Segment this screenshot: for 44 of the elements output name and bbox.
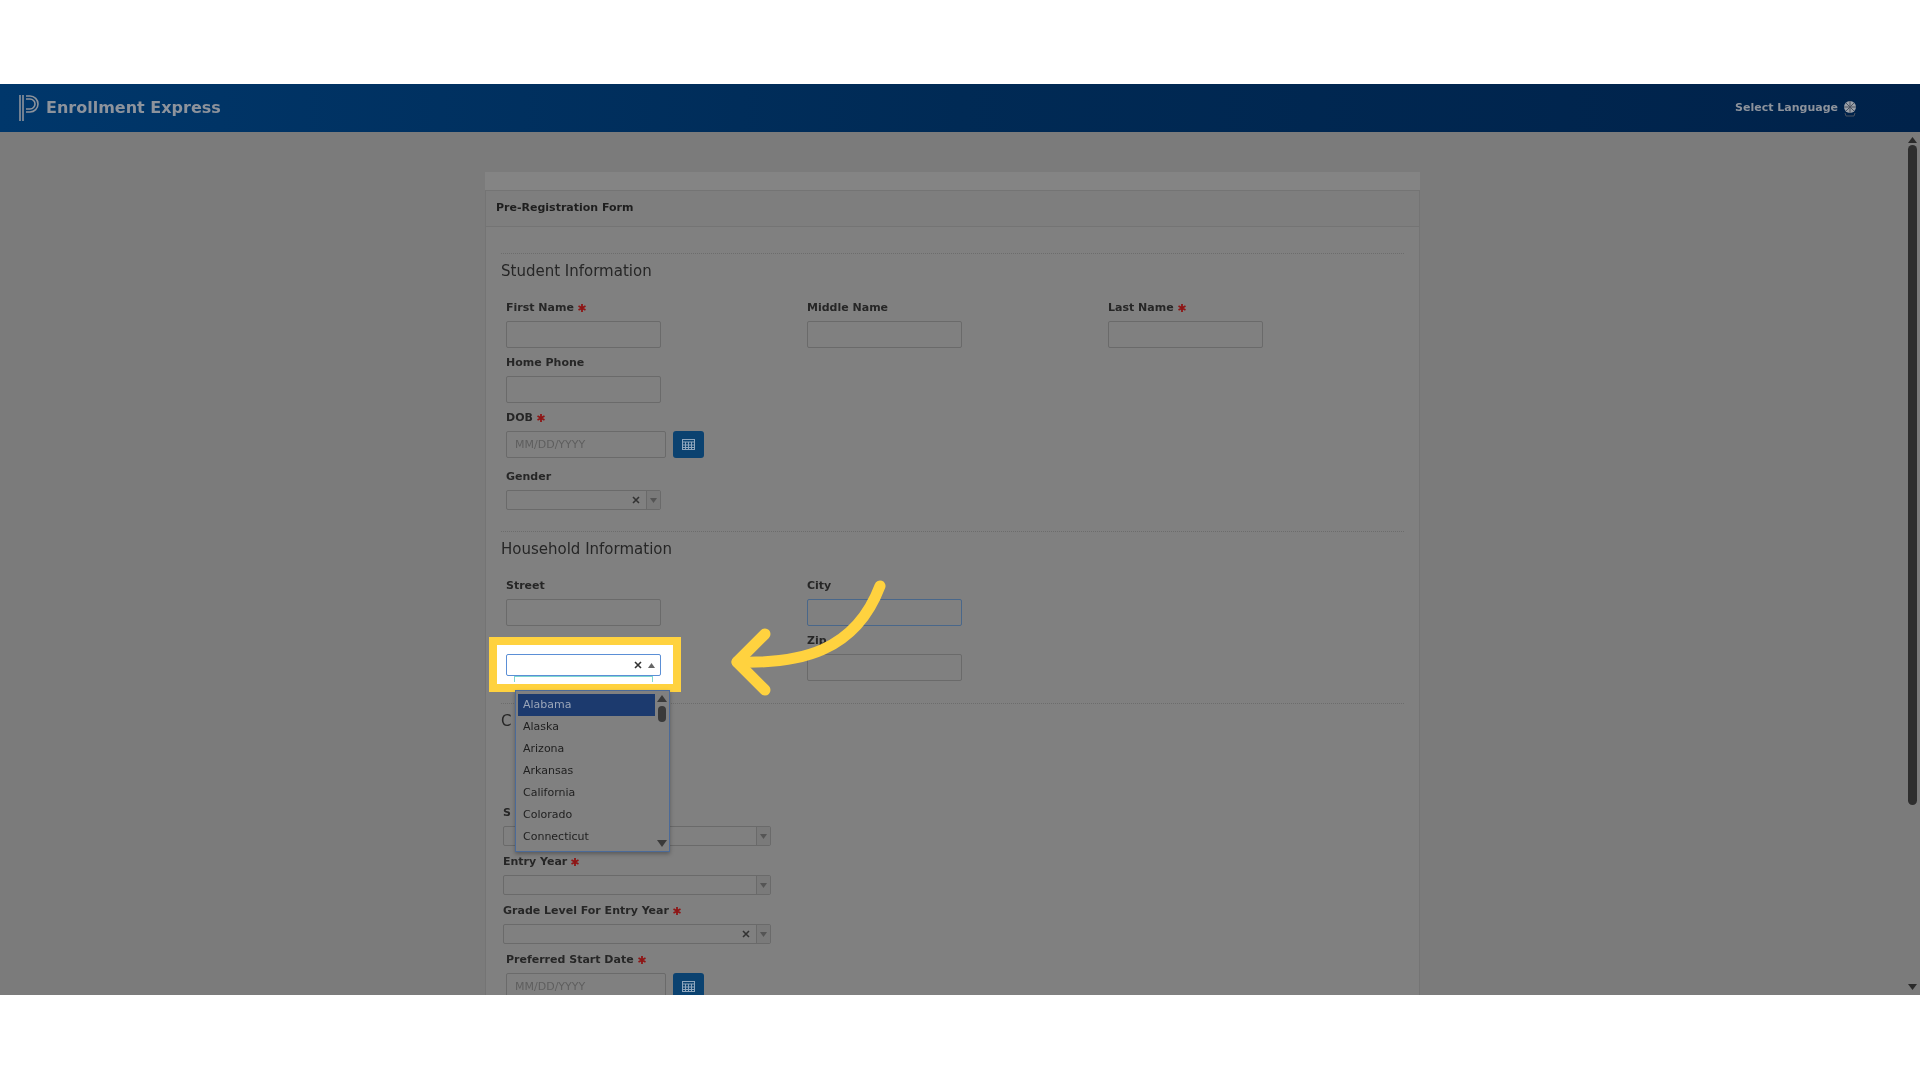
field-label: Entry Year [503,853,568,870]
dropdown-option[interactable]: California [518,782,655,804]
search-field[interactable] [514,676,653,682]
field-label: Middle Name [807,299,889,316]
field-label: Gender [506,468,552,485]
scrollbar-thumb[interactable] [1908,145,1917,805]
section-heading: Student Information [501,261,652,281]
logo-icon [18,93,40,123]
input-field[interactable] [807,654,962,681]
input-field[interactable] [807,599,962,626]
select-field[interactable] [506,654,661,676]
field-label: Grade Level For Entry Year [503,902,669,919]
field-label: Home Phone [506,354,585,371]
scroll-down-icon[interactable] [657,840,667,847]
field-label: City [807,577,832,594]
dropdown-option[interactable]: Connecticut [518,826,655,848]
scroll-up-icon[interactable] [657,695,667,702]
form-title: Pre-Registration Form [485,190,1420,227]
clear-icon[interactable] [634,661,642,669]
scroll-up-icon[interactable] [1905,134,1920,146]
language-link[interactable]: Select Language [1735,99,1838,117]
field-label: Last Name [1108,299,1174,316]
app-title: Enrollment Express [46,97,221,119]
scrollbar-thumb[interactable] [658,706,666,722]
section-heading: Household Information [501,539,672,559]
field-label: Preferred Start Date [506,951,634,968]
dropdown-option[interactable]: Alaska [518,716,655,738]
dropdown-option[interactable]: Arkansas [518,760,655,782]
globe-icon[interactable] [1842,99,1858,117]
field-label: Street [506,577,545,594]
section-heading: C [501,711,512,731]
field-label: First Name [506,299,574,316]
calendar-icon [682,981,695,992]
field-label: S [503,804,511,821]
calendar-icon [682,439,695,450]
calendar-button[interactable] [673,973,704,995]
scroll-down-icon[interactable] [1905,981,1920,993]
dropdown-option[interactable]: Arizona [518,738,655,760]
field-label: DOB [506,409,533,426]
calendar-button[interactable] [673,431,704,458]
select-field[interactable] [503,875,771,895]
dropdown-option[interactable]: Alabama [518,694,655,716]
dropdown-option[interactable]: Colorado [518,804,655,826]
caret-icon[interactable] [648,662,655,668]
